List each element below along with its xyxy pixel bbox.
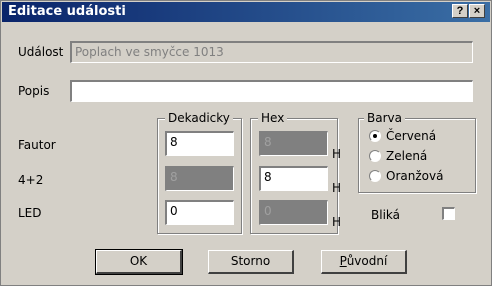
barva-option-label: Oranžová — [386, 169, 444, 183]
popis-input[interactable] — [70, 80, 473, 102]
barva-option-cervena[interactable]: Červená — [369, 128, 436, 144]
hex-title: Hex — [258, 111, 288, 125]
hex-42-unit: H — [332, 181, 342, 195]
hex-led-unit: H — [332, 215, 342, 229]
radio-icon — [369, 150, 381, 162]
popis-label: Popis — [18, 84, 50, 98]
hex-fautor-field: 8 — [259, 131, 328, 156]
ok-button[interactable]: OK — [95, 249, 183, 275]
window-title: Editace události — [8, 4, 126, 19]
storno-button-label: Storno — [230, 254, 271, 268]
storno-button[interactable]: Storno — [208, 250, 294, 274]
row-42-label: 4+2 — [18, 173, 44, 187]
blika-checkbox[interactable] — [442, 207, 455, 220]
hex-fautor-unit: H — [332, 147, 342, 161]
puvodni-mnemonic: P — [339, 254, 347, 268]
title-bar: Editace události — [2, 2, 490, 22]
barva-option-label: Zelená — [386, 149, 428, 163]
barva-option-label: Červená — [386, 129, 437, 143]
dekadicky-42-field: 8 — [165, 166, 234, 191]
close-button[interactable]: × — [469, 4, 485, 18]
dialog-window: Editace události ? × Událost Poplach ve … — [0, 0, 492, 286]
puvodni-button-label: ůvodní — [346, 254, 388, 268]
help-button[interactable]: ? — [452, 4, 468, 18]
dekadicky-title: Dekadicky — [165, 111, 233, 125]
radio-icon — [369, 130, 381, 142]
dekadicky-fautor-input[interactable]: 8 — [165, 131, 234, 156]
barva-option-oranzova[interactable]: Oranžová — [369, 168, 443, 184]
dekadicky-led-input[interactable]: 0 — [165, 200, 234, 225]
blika-label: Bliká — [371, 208, 400, 222]
led-label: LED — [18, 206, 42, 220]
radio-icon — [369, 170, 381, 182]
hex-led-field: 0 — [259, 200, 328, 225]
puvodni-button[interactable]: Původní — [321, 250, 407, 274]
ok-button-label: OK — [129, 254, 148, 268]
udalost-label: Událost — [18, 45, 64, 59]
fautor-label: Fautor — [18, 138, 56, 152]
udalost-field: Poplach ve smyčce 1013 — [70, 41, 473, 63]
hex-42-input[interactable]: 8 — [259, 166, 328, 191]
barva-title: Barva — [364, 111, 405, 125]
barva-option-zelena[interactable]: Zelená — [369, 148, 427, 164]
barva-group: Barva Červená Zelená Oranžová — [358, 111, 476, 193]
